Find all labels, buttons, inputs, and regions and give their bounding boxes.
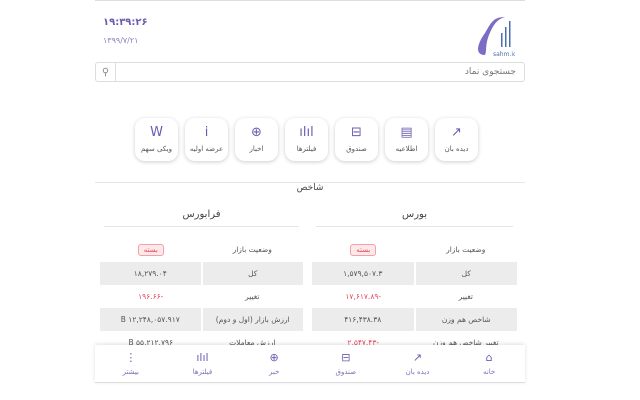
more-icon: ⋮ — [125, 350, 137, 364]
globe-icon: ⊕ — [251, 125, 262, 140]
tile-label: عرضه اولیه — [189, 145, 224, 153]
row-value-cell: ۱۲,۲۴۸,۰۵۷.۹۱۷ B — [100, 308, 201, 331]
market-status-badge: بسته — [137, 243, 164, 256]
app: ۱۹:۳۹:۲۶ ۱۳۹۹/۷/۲۱ sahm.io ⚲ ↗ دیده بان ▤ ا… — [95, 0, 525, 400]
bar-chart-icon: ılıl — [299, 125, 314, 140]
row-value-cell: بسته — [312, 237, 415, 262]
clock-time: ۱۹:۳۹:۲۶ — [103, 17, 148, 28]
row-label: ارزش بازار (اول و دوم) — [200, 308, 304, 331]
row-label: تغییر — [245, 292, 260, 301]
nav-news[interactable]: ⊕ خبر — [238, 345, 310, 382]
row-value: -۱۹۶.۶۶ — [138, 292, 164, 301]
tile-label: ویکی سهم — [141, 145, 173, 153]
svg-text:sahm.io: sahm.io — [493, 51, 515, 57]
row-value: ۱۸,۲۷۹.۰۴ — [133, 269, 167, 278]
section-index-title: شاخص — [95, 175, 525, 193]
fund-icon: ⊟ — [341, 350, 351, 364]
farabourse-title: فرابورس — [104, 209, 299, 227]
filters-icon: ılıl — [196, 350, 209, 364]
nav-label: خانه — [483, 367, 496, 376]
document-search-icon: ▤ — [400, 125, 413, 140]
nav-label: بیشتر — [122, 367, 139, 376]
symbol-search-input[interactable] — [116, 63, 524, 81]
row-label: کل — [413, 262, 518, 285]
nav-home[interactable]: ⌂ خانه — [453, 345, 525, 382]
row-label: تغییر — [458, 292, 473, 301]
row-label: وضعیت بازار — [446, 245, 486, 254]
row-value: ۴۱۶,۴۳۸.۳۸ — [344, 315, 382, 324]
nav-watchlist[interactable]: ↗ دیده بان — [382, 345, 454, 382]
nav-more[interactable]: ⋮ بیشتر — [95, 345, 167, 382]
tile-trending-up[interactable]: ↗ دیده بان — [435, 118, 478, 161]
search-bar: ⚲ — [95, 62, 525, 82]
nav-label: صندوق — [335, 367, 357, 376]
market-status-badge: بسته — [350, 243, 377, 256]
tile-label: فیلترها — [296, 145, 317, 153]
table-row: تغییر -۱۹۶.۶۶ — [100, 285, 303, 308]
nav-label: فیلترها — [192, 367, 213, 376]
nav-fund[interactable]: ⊟ صندوق — [310, 345, 382, 382]
row-value-cell: -۱۹۶.۶۶ — [100, 285, 202, 308]
row-value-cell: ۱۸,۲۷۹.۰۴ — [100, 262, 201, 285]
nav-label: خبر — [269, 367, 280, 376]
row-value-cell: ۱,۵۷۹,۵۰۷.۳ — [312, 262, 414, 285]
table-row: شاخص هم وزن ۴۱۶,۴۳۸.۳۸ — [312, 308, 517, 331]
nav-label: دیده بان — [405, 367, 430, 376]
table-row: وضعیت بازار بسته — [312, 237, 517, 262]
tile-inbox[interactable]: ⊟ صندوق — [335, 118, 378, 161]
row-label: وضعیت بازار — [232, 245, 272, 254]
table-row: کل ۱,۵۷۹,۵۰۷.۳ — [312, 262, 517, 285]
home-icon: ⌂ — [485, 350, 493, 364]
row-value-cell: ۴۱۶,۴۳۸.۳۸ — [312, 308, 414, 331]
row-value-cell: بسته — [100, 237, 202, 262]
bottom-nav: ⌂ خانه ↗ دیده بان ⊟ صندوق ⊕ خبر ılıl فیلترها ⋮ بیشت… — [95, 345, 525, 383]
tile-bar-chart[interactable]: ılıl فیلترها — [285, 118, 328, 161]
table-row: کل ۱۸,۲۷۹.۰۴ — [100, 262, 303, 285]
tile-globe[interactable]: ⊕ اخبار — [235, 118, 278, 161]
row-value-cell: -۱۷,۶۱۷.۸۹ — [312, 285, 415, 308]
search-icon[interactable]: ⚲ — [96, 63, 116, 81]
tile-label: دیده بان — [444, 145, 469, 153]
table-row: تغییر -۱۷,۶۱۷.۸۹ — [312, 285, 517, 308]
row-value: -۱۷,۶۱۷.۸۹ — [345, 292, 382, 301]
row-value: ۱۲,۲۴۸,۰۵۷.۹۱۷ B — [120, 315, 180, 324]
section-title-text: شاخص — [288, 183, 332, 193]
row-value: ۱,۵۷۹,۵۰۷.۳ — [343, 269, 383, 278]
table-row: ارزش بازار (اول و دوم) ۱۲,۲۴۸,۰۵۷.۹۱۷ B — [100, 308, 303, 331]
tile-document-search[interactable]: ▤ اطلاعیه — [385, 118, 428, 161]
row-label: شاخص هم وزن — [413, 308, 518, 331]
tile-wiki[interactable]: W ویکی سهم — [135, 118, 178, 161]
info-icon: i — [204, 125, 209, 140]
wiki-icon: W — [150, 125, 163, 140]
farabourse-panel: فرابورس وضعیت بازار بسته کل ۱۸,۲۷۹.۰۴ تغییر -… — [100, 209, 303, 354]
tile-label: صندوق — [346, 145, 367, 153]
row-label: کل — [200, 262, 304, 285]
table-row: وضعیت بازار بسته — [100, 237, 303, 262]
quick-actions: ↗ دیده بان ▤ اطلاعیه ⊟ صندوق ılıl فیلترها ⊕ اخبار… — [135, 118, 478, 161]
tile-info[interactable]: i عرضه اولیه — [185, 118, 228, 161]
news-icon: ⊕ — [269, 350, 279, 364]
tile-label: اخبار — [249, 145, 264, 153]
watchlist-icon: ↗ — [412, 350, 423, 364]
trending-up-icon: ↗ — [451, 125, 462, 140]
nav-filters[interactable]: ılıl فیلترها — [167, 345, 239, 382]
bourse-title: بورس — [316, 209, 513, 227]
clock-date: ۱۳۹۹/۷/۲۱ — [103, 36, 139, 45]
sahm-logo[interactable]: sahm.io — [471, 15, 515, 57]
tile-label: اطلاعیه — [395, 145, 418, 153]
inbox-icon: ⊟ — [351, 125, 362, 140]
